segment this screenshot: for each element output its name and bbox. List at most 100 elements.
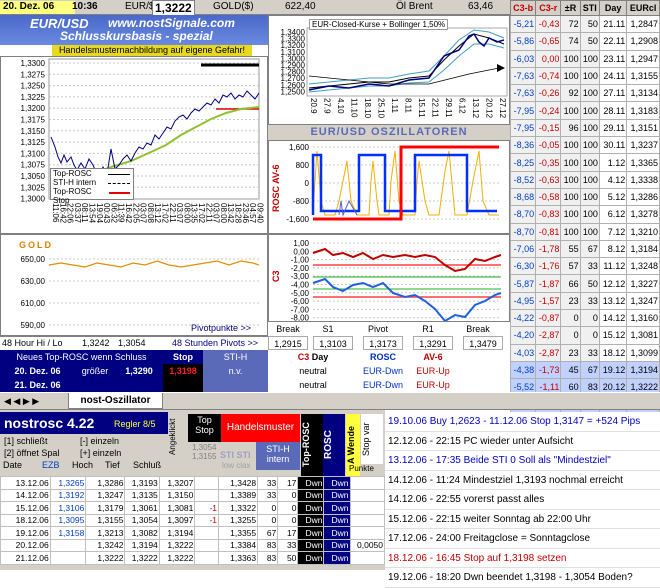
table-cell: 0,00	[535, 49, 562, 68]
history-cell	[194, 551, 220, 565]
tab-nost-oszillator[interactable]: nost-Oszillator	[68, 393, 163, 409]
r2-av6: EUR-Up	[408, 378, 458, 392]
boll-x-tick: 20.12	[485, 98, 494, 119]
table-cell: 13.12	[598, 291, 628, 311]
table-cell: 1,2847	[626, 14, 660, 34]
gold-y-tick: 630,00	[21, 277, 46, 286]
col-hoch: Hoch	[72, 460, 94, 470]
boll-y-tick: 1,2500	[281, 87, 306, 96]
r1-c3: neutral	[268, 364, 358, 378]
r2-rosc: EUR-Dwn	[358, 378, 408, 392]
table-cell: 100	[560, 187, 581, 207]
table-cell: 67	[579, 360, 600, 380]
right-table-header: STI	[579, 0, 600, 16]
table-cell: -7,63	[509, 84, 537, 103]
history-cell: Dwn	[323, 476, 351, 490]
table-row: -8,52 -0,63 100 100 4.12 1,3338	[509, 170, 660, 189]
table-cell: 100	[560, 170, 581, 189]
row2-date: 21. Dez. 06	[0, 378, 75, 392]
history-cell	[349, 476, 386, 490]
history-cell: -1	[194, 501, 220, 515]
pivot-48-link[interactable]: 48 Stunden Pivots >>	[172, 338, 258, 348]
title-panel: EUR/USD www.nostSignale.com Schlusskursb…	[0, 15, 268, 45]
stop-var-vertical: Stop var	[361, 414, 383, 464]
main-y-tick: 1,3175	[21, 116, 46, 125]
history-cell: 1,3179	[85, 501, 126, 515]
history-cell: Dwn	[323, 513, 351, 527]
row1-condition: größer	[75, 364, 115, 378]
history-cell: 1,3384	[218, 538, 259, 552]
table-cell: 1,3155	[626, 66, 660, 86]
opt2b[interactable]: [+] einzeln	[80, 448, 121, 458]
history-cell: 1,3095	[49, 513, 87, 527]
c3-chart: C3 1,00 0,00 -1,00 -2,00 -3,00 -4,00 -5,00 -6,0…	[268, 234, 510, 323]
table-cell: -0,26	[535, 84, 562, 103]
angeklickt-label: Angeklickt	[168, 418, 177, 456]
gold-value: 622,40	[285, 1, 316, 12]
history-cell: 1,3207	[158, 476, 196, 490]
col-date: Date	[3, 460, 23, 470]
table-cell: -4,38	[509, 360, 537, 380]
boll-x-tick: 29.11	[444, 98, 453, 118]
pivot-value-break-low: 1,2915	[268, 336, 308, 350]
history-cell: 1,3061	[124, 501, 160, 515]
table-cell: 1,3247	[626, 291, 660, 311]
history-row: 14.12.06 1,3192 1,3247 1,3135 1,3150 1,3389 33…	[0, 488, 386, 502]
opt1b[interactable]: [-] einzeln	[80, 436, 119, 446]
eur-label: EUR/$	[125, 1, 155, 12]
tab-nav-arrows[interactable]: ◀ ◀ ▶ ▶	[4, 396, 39, 407]
history-cell	[349, 501, 386, 515]
table-row: -7,95 -0,24 100 100 28.11 1,3183	[509, 101, 660, 120]
rosc-svg: 1,600 800 0 -800 -1,600	[286, 143, 501, 224]
history-cell: Dwn	[323, 538, 351, 552]
table-cell: 100	[579, 101, 600, 120]
history-cell: 83	[257, 551, 279, 565]
pre-stop: 1,3054	[192, 443, 217, 452]
table-row: -4,95 -1,57 23 33 13.12 1,3247	[509, 291, 660, 311]
pivot-label-r1: R1	[422, 324, 434, 334]
legend-item-sti-h: STI-H intern	[53, 178, 97, 187]
history-cell: Dwn	[297, 501, 325, 515]
boll-x-tick: 27.12	[498, 98, 507, 119]
table-cell: 11.12	[598, 257, 628, 276]
history-cell: 1,3135	[124, 488, 160, 502]
table-row: -7,63 -0,74 100 100 24.11 1,3155	[509, 66, 660, 86]
table-cell: 100	[579, 136, 600, 155]
table-cell: 50	[579, 274, 600, 293]
date-display: 20. Dez. 06	[0, 1, 75, 14]
r2-c3: neutral	[268, 378, 358, 392]
table-cell: -5,21	[509, 14, 537, 34]
table-cell: -0,81	[535, 222, 562, 241]
history-cell: 1,3213	[85, 526, 126, 540]
boll-x-tick: 15.11	[417, 98, 426, 118]
table-cell: 100	[560, 205, 581, 224]
pivot-link[interactable]: Pivotpunkte >>	[191, 323, 251, 333]
main-y-tick: 1,3150	[21, 127, 46, 136]
table-cell: -0,83	[535, 205, 562, 224]
opt2[interactable]: [2] öffnet Spal	[4, 448, 59, 458]
table-cell: 15.12	[598, 326, 628, 345]
log-entry: 13.12.06 - 17:35 Beide STI 0 Soll als "M…	[385, 451, 660, 471]
table-cell: 100	[579, 222, 600, 241]
table-cell: 12.12	[598, 274, 628, 293]
pivot-value-s1: 1,3103	[313, 336, 353, 350]
table-cell: 1,3184	[626, 239, 660, 259]
subtitle: Schlusskursbasis - spezial	[60, 29, 213, 43]
table-cell: -4,03	[509, 343, 537, 362]
opt1[interactable]: [1] schließt	[4, 436, 48, 446]
history-cell: 0,0050	[349, 538, 386, 552]
history-cell: Dwn	[297, 538, 325, 552]
table-row: -5,87 -1,87 66 50 12.12 1,3227	[509, 274, 660, 293]
history-cell: Dwn	[297, 513, 325, 527]
gold-y-tick: 650,00	[21, 255, 46, 264]
history-cell: 1,3265	[49, 476, 87, 490]
rosc-y-tick: 800	[296, 161, 310, 170]
hilo-label: 48 Hour Hi / Lo	[2, 338, 63, 348]
boll-x-tick: 4.10	[336, 98, 345, 114]
gold-label: GOLD($)	[213, 1, 254, 12]
rosc-y-tick: 1,600	[289, 143, 310, 152]
table-cell: -5,87	[509, 274, 537, 293]
history-row: 13.12.06 1,3265 1,3286 1,3193 1,3207 1,3428 33…	[0, 476, 386, 490]
table-cell: 1,3151	[626, 118, 660, 138]
table-cell: 1,3210	[626, 222, 660, 241]
